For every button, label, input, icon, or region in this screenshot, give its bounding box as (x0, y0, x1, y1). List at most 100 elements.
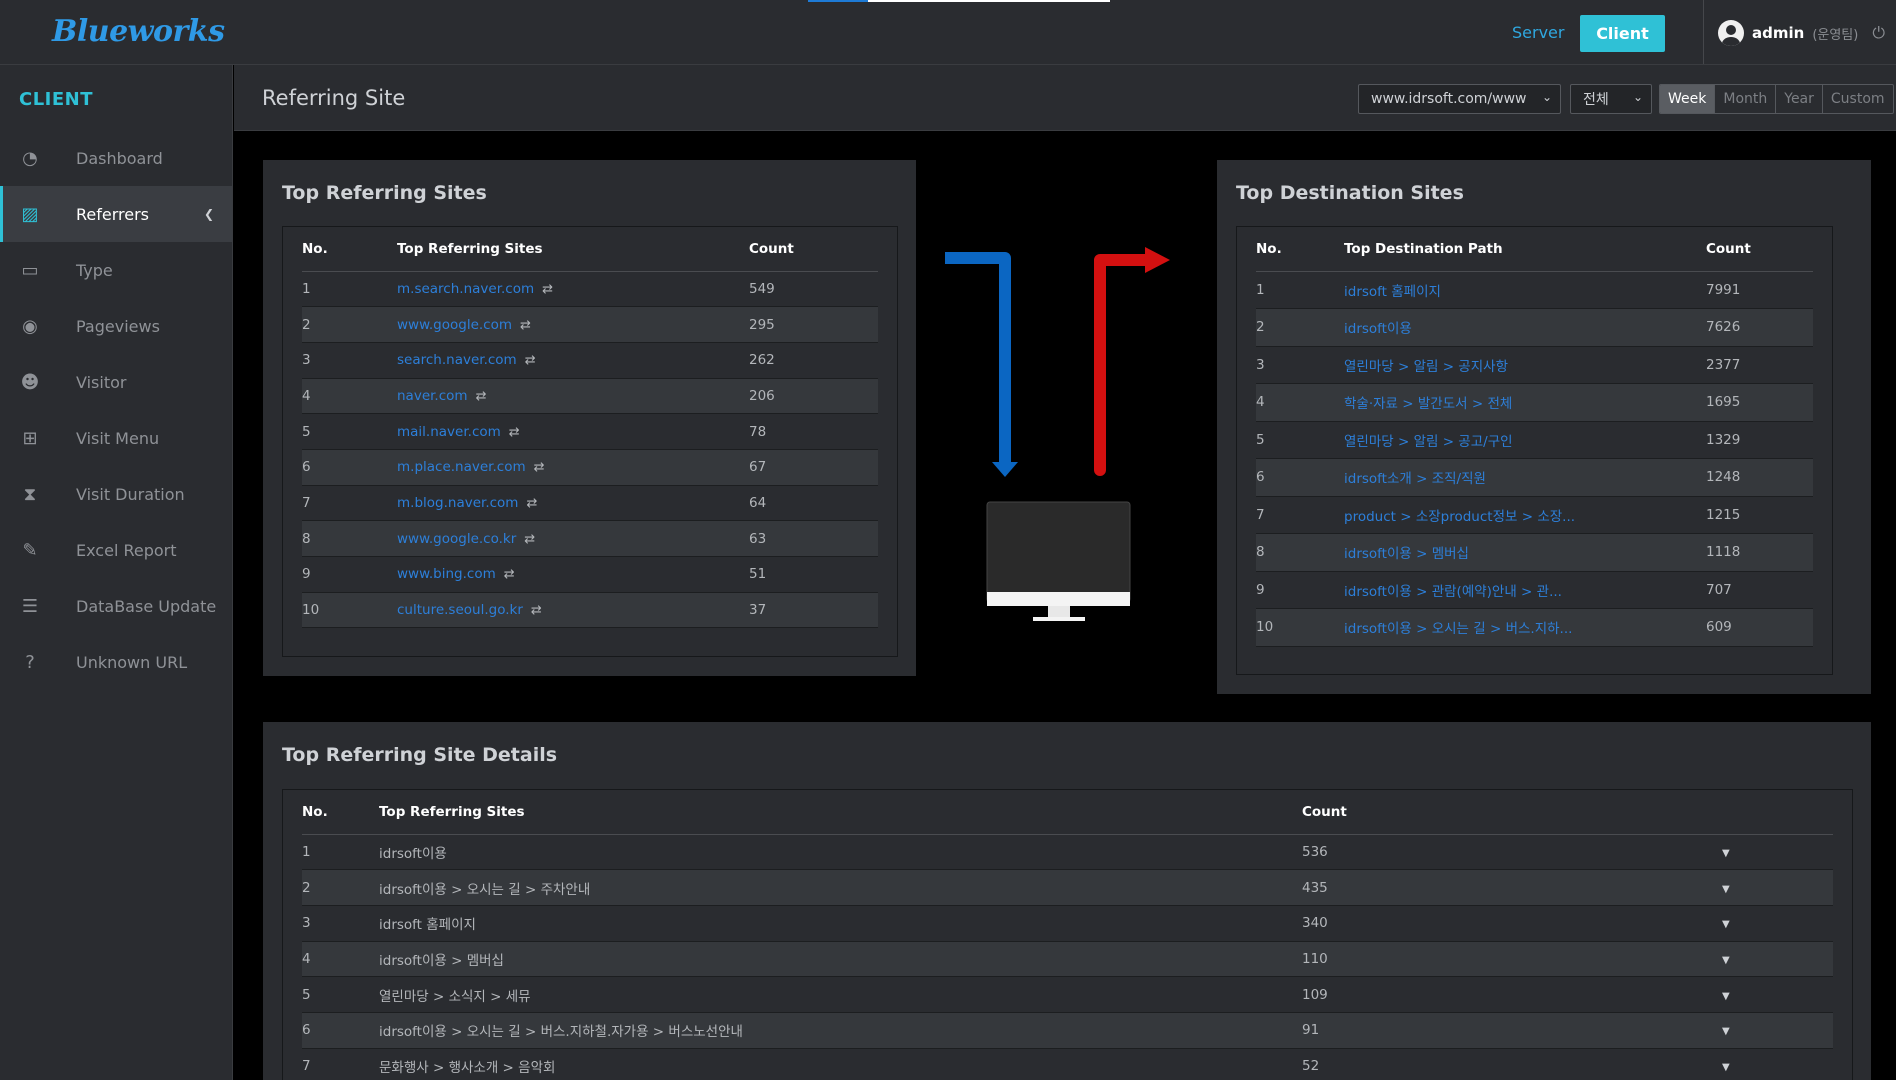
referring-site-link[interactable]: mail.naver.com (397, 424, 501, 440)
caret-down-icon[interactable]: ▼ (1722, 919, 1730, 930)
caret-down-icon[interactable]: ▼ (1722, 884, 1730, 895)
row-number: 5 (302, 976, 379, 1013)
destination-path-link[interactable]: idrsoft 홈페이지 (1344, 284, 1441, 300)
referring-details-panel: Top Referring Site Details No. Top Refer… (263, 722, 1871, 1080)
column-header: Top Destination Path (1344, 227, 1706, 272)
referring-table-wrap: No. Top Referring Sites Count 1 m.search.… (282, 226, 898, 657)
sidebar-item-type[interactable]: ▭ Type (0, 242, 232, 298)
period-month-button[interactable]: Month (1715, 85, 1777, 113)
site-select-value: www.idrsoft.com/www (1371, 91, 1527, 107)
sidebar-item-dashboard[interactable]: ◔ Dashboard (0, 130, 232, 186)
period-week-button[interactable]: Week (1660, 85, 1716, 113)
site-select[interactable]: www.idrsoft.com/www ⌄ (1358, 84, 1561, 114)
table-row: 3 idrsoft 홈페이지 340 ▼ (302, 905, 1833, 942)
site-cell: m.place.naver.com ⇄ (397, 449, 749, 486)
loading-progress-bar (808, 0, 1110, 2)
referring-site-link[interactable]: m.blog.naver.com (397, 495, 518, 511)
row-number: 3 (302, 342, 397, 379)
destination-path-link[interactable]: idrsoft소개 > 조직/직원 (1344, 471, 1486, 487)
path-cell: idrsoft이용 > 오시는 길 > 버스.지하... (1344, 608, 1706, 647)
client-nav-button[interactable]: Client (1580, 15, 1665, 52)
destination-path-link[interactable]: 학술·자료 > 발간도서 > 전체 (1344, 396, 1512, 412)
sidebar-title: CLIENT (19, 89, 94, 110)
expand-cell: ▼ (1722, 976, 1833, 1013)
user-menu[interactable]: admin (운영팀) ⏻ (1718, 20, 1885, 46)
sidebar-item-unknown-url[interactable]: ? Unknown URL (0, 634, 232, 690)
row-number: 8 (1256, 533, 1344, 572)
expand-cell: ▼ (1722, 905, 1833, 942)
sidebar-item-referrers[interactable]: ▨ Referrers ❮ (0, 186, 232, 242)
destination-path-link[interactable]: idrsoft이용 > 관람(예약)안내 > 관... (1344, 584, 1562, 600)
table-row: 4 학술·자료 > 발간도서 > 전체 1695 (1256, 383, 1813, 422)
sidebar-item-visitor[interactable]: ☻ Visitor (0, 354, 232, 410)
expand-cell: ▼ (1722, 869, 1833, 906)
gauge-icon: ◔ (22, 147, 38, 169)
column-header: Top Referring Sites (379, 790, 1302, 835)
destination-table-wrap: No. Top Destination Path Count 1 idrsoft … (1236, 226, 1833, 675)
referring-site-link[interactable]: naver.com (397, 388, 468, 404)
referring-site-link[interactable]: www.google.co.kr (397, 531, 516, 547)
row-number: 2 (1256, 308, 1344, 347)
expand-cell: ▼ (1722, 941, 1833, 978)
caret-down-icon[interactable]: ▼ (1722, 1062, 1730, 1073)
path-cell: 열린마당 > 알림 > 공고/구인 (1344, 421, 1706, 459)
details-table-wrap: No. Top Referring Sites Count 1 idrsoft이용… (282, 789, 1853, 1080)
destination-path-link[interactable]: idrsoft이용 > 멤버십 (1344, 546, 1469, 562)
retweet-icon[interactable]: ⇄ (534, 460, 545, 475)
referring-site-link[interactable]: culture.seoul.go.kr (397, 602, 523, 618)
retweet-icon[interactable]: ⇄ (531, 603, 542, 618)
period-year-button[interactable]: Year (1776, 85, 1823, 113)
row-number: 8 (302, 520, 397, 557)
row-number: 5 (302, 413, 397, 450)
top-destination-panel: Top Destination Sites No. Top Destinatio… (1217, 160, 1871, 694)
referring-site-link[interactable]: m.place.naver.com (397, 459, 526, 475)
period-toggle: Week Month Year Custom (1659, 84, 1894, 114)
retweet-icon[interactable]: ⇄ (520, 318, 531, 333)
retweet-icon[interactable]: ⇄ (476, 389, 487, 404)
caret-down-icon[interactable]: ▼ (1722, 955, 1730, 966)
referring-site-link[interactable]: www.bing.com (397, 566, 496, 582)
destination-path-link[interactable]: product > 소장product정보 > 소장... (1344, 509, 1575, 525)
table-row: 2 idrsoft이용 7626 (1256, 308, 1813, 347)
retweet-icon[interactable]: ⇄ (525, 353, 536, 368)
caret-down-icon[interactable]: ▼ (1722, 848, 1730, 859)
app-logo[interactable]: Blueworks (52, 14, 225, 49)
retweet-icon[interactable]: ⇄ (542, 282, 553, 297)
table-row: 9 www.bing.com ⇄ 51 (302, 556, 878, 593)
retweet-icon[interactable]: ⇄ (524, 532, 535, 547)
row-number: 7 (302, 1048, 379, 1080)
referring-site-link[interactable]: www.google.com (397, 317, 512, 333)
retweet-icon[interactable]: ⇄ (526, 496, 537, 511)
site-cell: m.blog.naver.com ⇄ (397, 485, 749, 522)
scope-select[interactable]: 전체 ⌄ (1570, 84, 1652, 114)
referring-site-link[interactable]: search.naver.com (397, 352, 517, 368)
row-number: 1 (1256, 271, 1344, 309)
destination-path-link[interactable]: idrsoft이용 (1344, 321, 1412, 337)
path-cell: idrsoft이용 > 멤버십 (1344, 533, 1706, 572)
retweet-icon[interactable]: ⇄ (504, 567, 515, 582)
destination-path-link[interactable]: 열린마당 > 알림 > 공지사항 (1344, 359, 1508, 375)
sidebar-item-visit-menu[interactable]: ⊞ Visit Menu (0, 410, 232, 466)
retweet-icon[interactable]: ⇄ (509, 425, 520, 440)
count-cell: 7626 (1706, 308, 1813, 347)
period-custom-button[interactable]: Custom (1823, 85, 1893, 113)
user-avatar-icon (1718, 20, 1744, 46)
sidebar-item-visit-duration[interactable]: ⧗ Visit Duration (0, 466, 232, 522)
caret-down-icon[interactable]: ▼ (1722, 1026, 1730, 1037)
sidebar-item-pageviews[interactable]: ◉ Pageviews (0, 298, 232, 354)
server-nav-link[interactable]: Server (1512, 23, 1564, 42)
caret-down-icon[interactable]: ▼ (1722, 991, 1730, 1002)
row-number: 9 (302, 556, 397, 593)
count-cell: 52 (1302, 1048, 1722, 1080)
power-icon[interactable]: ⏻ (1872, 23, 1885, 43)
sidebar-item-excel-report[interactable]: ✎ Excel Report (0, 522, 232, 578)
table-row: 2 idrsoft이용 > 오시는 길 > 주차안내 435 ▼ (302, 869, 1833, 906)
sidebar-item-database-update[interactable]: ☰ DataBase Update (0, 578, 232, 634)
user-name: admin (1752, 24, 1805, 42)
sidebar-item-label: Type (76, 260, 113, 280)
referring-site-link[interactable]: m.search.naver.com (397, 281, 534, 297)
destination-path-link[interactable]: idrsoft이용 > 오시는 길 > 버스.지하... (1344, 621, 1572, 637)
count-cell: 7991 (1706, 271, 1813, 309)
destination-path-link[interactable]: 열린마당 > 알림 > 공고/구인 (1344, 434, 1513, 450)
sidebar-item-label: Excel Report (76, 540, 177, 560)
